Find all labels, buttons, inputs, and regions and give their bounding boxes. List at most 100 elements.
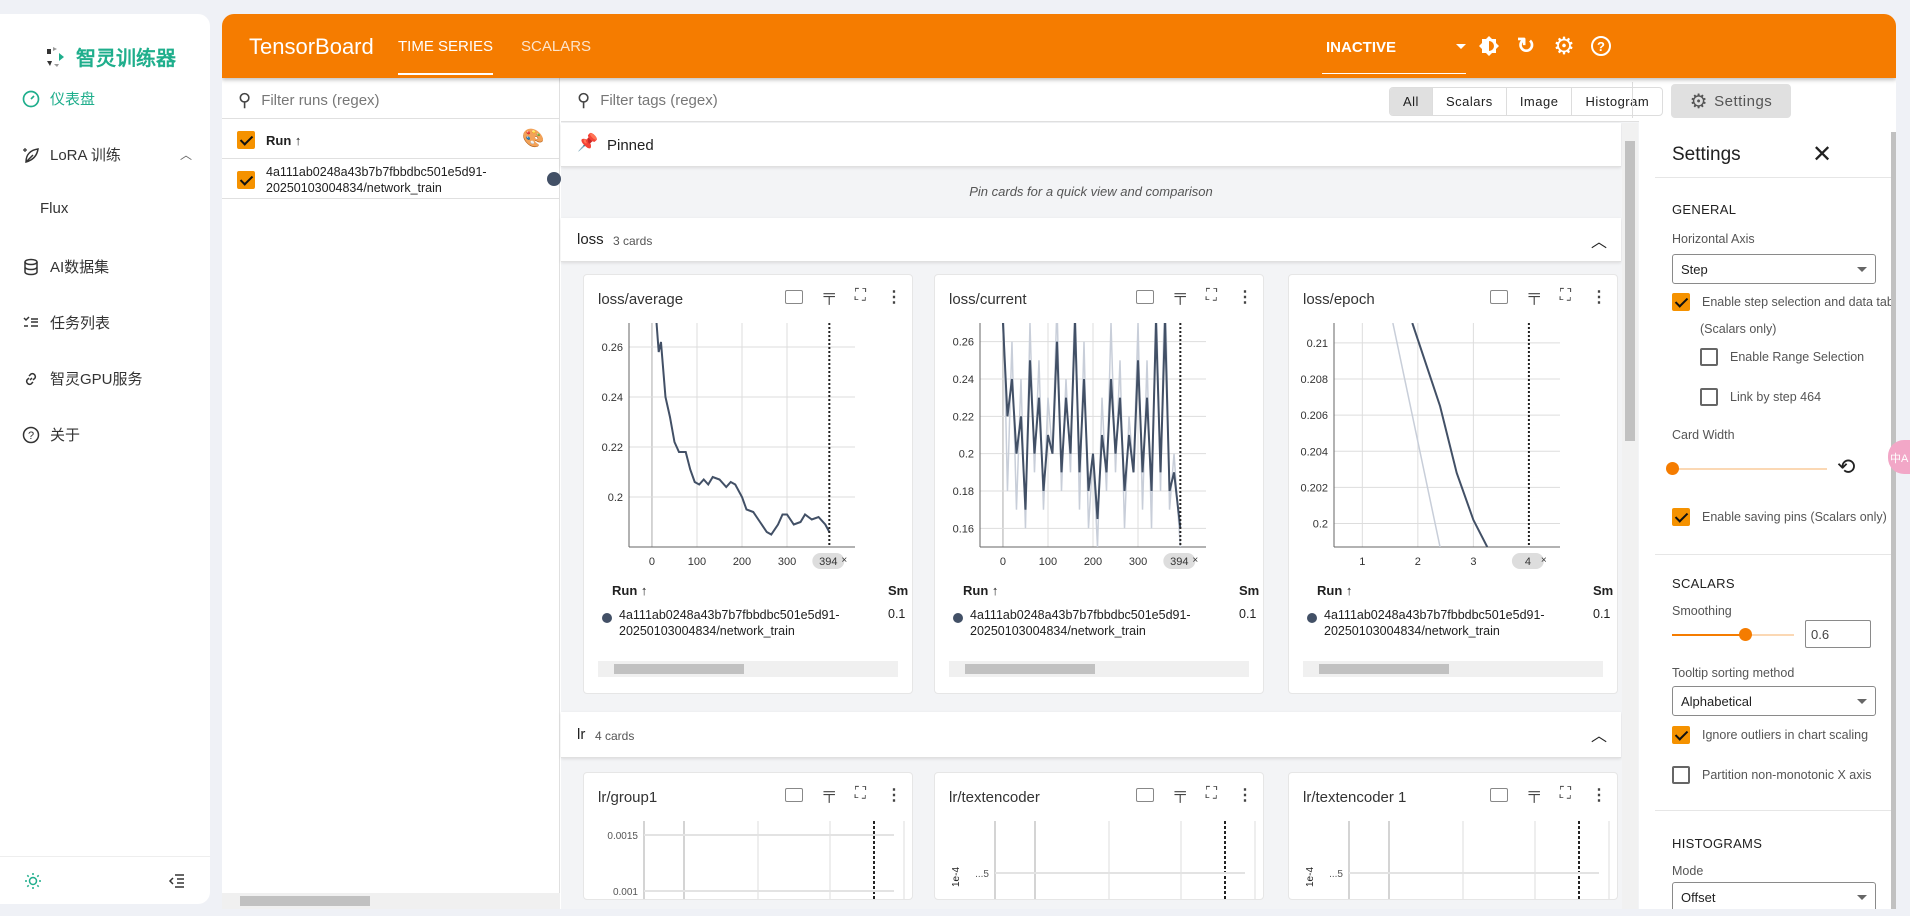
- translate-icon[interactable]: 中A: [1888, 440, 1910, 474]
- line-chart[interactable]: 0.0015 0.001: [584, 773, 912, 899]
- x-tick-label: 3: [1470, 556, 1476, 568]
- legend-run-color: [953, 613, 963, 623]
- line-chart[interactable]: ...5 1e-4: [935, 773, 1263, 899]
- legend-smoothed-header[interactable]: Sm: [888, 583, 908, 598]
- settings-title: Settings: [1672, 144, 1741, 165]
- legend-horizontal-scrollbar[interactable]: [598, 661, 898, 677]
- slider-thumb[interactable]: [1739, 628, 1753, 641]
- logo-text: 智灵训练器: [76, 48, 176, 70]
- filter-scalars[interactable]: Scalars: [1433, 88, 1507, 115]
- filter-histogram[interactable]: Histogram: [1572, 88, 1662, 115]
- checkbox[interactable]: [1672, 508, 1690, 526]
- settings-scrollbar[interactable]: [1891, 132, 1896, 909]
- mode-label: Mode: [1672, 864, 1704, 878]
- legend-run-header[interactable]: Run ↑: [1317, 583, 1352, 598]
- line-chart[interactable]: 1 2 3 0.2 0.202 0.204 0.206 0.208 0.21 4 ×: [1289, 275, 1617, 575]
- checkbox[interactable]: [1700, 388, 1718, 406]
- select-all-runs-checkbox[interactable]: [237, 131, 255, 149]
- type-filter-toggle: All Scalars Image Histogram: [1389, 87, 1664, 116]
- tab-time-series[interactable]: TIME SERIES: [398, 38, 494, 75]
- saving-pins-toggle[interactable]: Enable saving pins (Scalars only): [1672, 508, 1887, 526]
- legend-run-name: 4a111ab0248a43b7b7fbbdbc501e5d91- 2025010…: [1324, 608, 1545, 638]
- sidebar-item-flux[interactable]: Flux: [40, 200, 210, 217]
- legend-run-color: [602, 613, 612, 623]
- legend-horizontal-scrollbar[interactable]: [1303, 661, 1603, 677]
- palette-icon[interactable]: 🎨: [522, 128, 544, 149]
- card-width-slider[interactable]: [1666, 462, 1827, 475]
- sidebar-item-lora[interactable]: LoRA 训练 ︿: [22, 144, 192, 165]
- y-tick-label: ...5: [1329, 869, 1343, 880]
- sidebar-item-dataset[interactable]: AI数据集: [22, 256, 192, 277]
- link-by-step-toggle[interactable]: Link by step 464: [1700, 388, 1821, 406]
- help-icon[interactable]: ?: [1589, 34, 1613, 58]
- settings-panel: Settings ✕ GENERAL Horizontal Axis Step …: [1655, 132, 1891, 909]
- histogram-mode-select[interactable]: Offset: [1672, 882, 1876, 909]
- y-tick-label: 0.26: [953, 337, 974, 349]
- x-tick-label: 200: [733, 556, 751, 568]
- filter-all[interactable]: All: [1390, 88, 1433, 115]
- checkbox[interactable]: [1672, 766, 1690, 784]
- reset-icon[interactable]: ⟲: [1837, 454, 1855, 480]
- smoothing-label: Smoothing: [1672, 604, 1732, 618]
- run-row[interactable]: 4a111ab0248a43b7b7fbbdbc501e5d91- 2025010…: [222, 159, 561, 199]
- smoothing-input[interactable]: 0.6: [1805, 620, 1871, 648]
- step-selection-toggle[interactable]: Enable step selection and data table: [1672, 293, 1891, 311]
- dashboard-icon: [22, 90, 40, 107]
- chevron-up-icon[interactable]: ︿: [1591, 722, 1607, 746]
- smoothing-slider[interactable]: [1672, 628, 1794, 641]
- range-selection-toggle[interactable]: Enable Range Selection: [1700, 348, 1864, 366]
- sidebar-item-label: 仪表盘: [50, 91, 96, 108]
- checkbox[interactable]: [1700, 348, 1718, 366]
- sidebar-item-label: LoRA 训练: [50, 147, 121, 164]
- gear-icon[interactable]: ⚙: [1552, 33, 1576, 60]
- run-checkbox[interactable]: [237, 171, 255, 189]
- group-header-lr[interactable]: lr 4 cards ︿: [561, 712, 1621, 758]
- collapse-sidebar-icon[interactable]: [168, 872, 186, 890]
- partition-x-toggle[interactable]: Partition non-monotonic X axis: [1672, 766, 1872, 784]
- run-color-swatch[interactable]: [547, 172, 561, 186]
- tooltip-sort-select[interactable]: Alphabetical: [1672, 686, 1876, 716]
- tab-scalars[interactable]: SCALARS: [521, 38, 591, 55]
- settings-button[interactable]: ⚙ Settings: [1671, 84, 1791, 118]
- group-name: lr: [577, 726, 586, 743]
- sun-icon[interactable]: [24, 872, 42, 890]
- main-vertical-scrollbar[interactable]: [1622, 123, 1638, 909]
- horizontal-axis-select[interactable]: Step: [1672, 254, 1876, 284]
- runs-horizontal-scrollbar[interactable]: [222, 893, 560, 909]
- legend-value: 0.1: [1239, 607, 1257, 621]
- checkbox[interactable]: [1672, 293, 1690, 311]
- legend-smoothed-header[interactable]: Sm: [1239, 583, 1259, 598]
- x-tick-label: 100: [1039, 556, 1057, 568]
- general-heading: GENERAL: [1672, 202, 1737, 217]
- group-header-loss[interactable]: loss 3 cards ︿: [561, 218, 1621, 262]
- pinned-title: Pinned: [607, 137, 654, 154]
- chevron-up-icon[interactable]: ︿: [1591, 228, 1607, 252]
- ignore-outliers-toggle[interactable]: Ignore outliers in chart scaling: [1672, 726, 1868, 744]
- runs-filter[interactable]: ⚲ Filter runs (regex): [238, 90, 380, 111]
- close-icon[interactable]: ✕: [1812, 140, 1832, 169]
- tags-filter[interactable]: ⚲ Filter tags (regex): [577, 90, 718, 111]
- sidebar-item-tasks[interactable]: 任务列表: [22, 312, 192, 333]
- dark-mode-icon[interactable]: [1477, 34, 1501, 58]
- tags-filter-input[interactable]: Filter tags (regex): [600, 92, 718, 109]
- plugin-select[interactable]: INACTIVE: [1322, 32, 1466, 74]
- line-chart[interactable]: ...5 1e-4: [1289, 773, 1617, 899]
- legend-run-header[interactable]: Run ↑: [963, 583, 998, 598]
- legend-run-header[interactable]: Run ↑: [612, 583, 647, 598]
- slider-thumb[interactable]: [1666, 462, 1679, 475]
- brand-title: TensorBoard: [249, 34, 374, 59]
- filter-image[interactable]: Image: [1507, 88, 1573, 115]
- remove-step-icon: ×: [1541, 555, 1547, 566]
- legend-horizontal-scrollbar[interactable]: [949, 661, 1249, 677]
- legend-smoothed-header[interactable]: Sm: [1593, 583, 1613, 598]
- sidebar-item-about[interactable]: ? 关于: [22, 424, 192, 445]
- checkbox[interactable]: [1672, 726, 1690, 744]
- logo-icon: [47, 46, 64, 67]
- sidebar-item-dashboard[interactable]: 仪表盘: [22, 88, 192, 109]
- sidebar-item-gpu[interactable]: 智灵GPU服务: [22, 368, 192, 389]
- run-column-header[interactable]: Run ↑: [266, 133, 301, 148]
- runs-filter-input[interactable]: Filter runs (regex): [261, 92, 379, 109]
- reload-icon[interactable]: ↻: [1514, 33, 1538, 58]
- line-chart[interactable]: 0 100 200 300 0.2 0.22 0.24 0.26 394 ×: [584, 275, 912, 575]
- line-chart[interactable]: 0 100 200 300 0.16 0.18 0.2 0.22 0.24 0.26 394 ×: [935, 275, 1263, 575]
